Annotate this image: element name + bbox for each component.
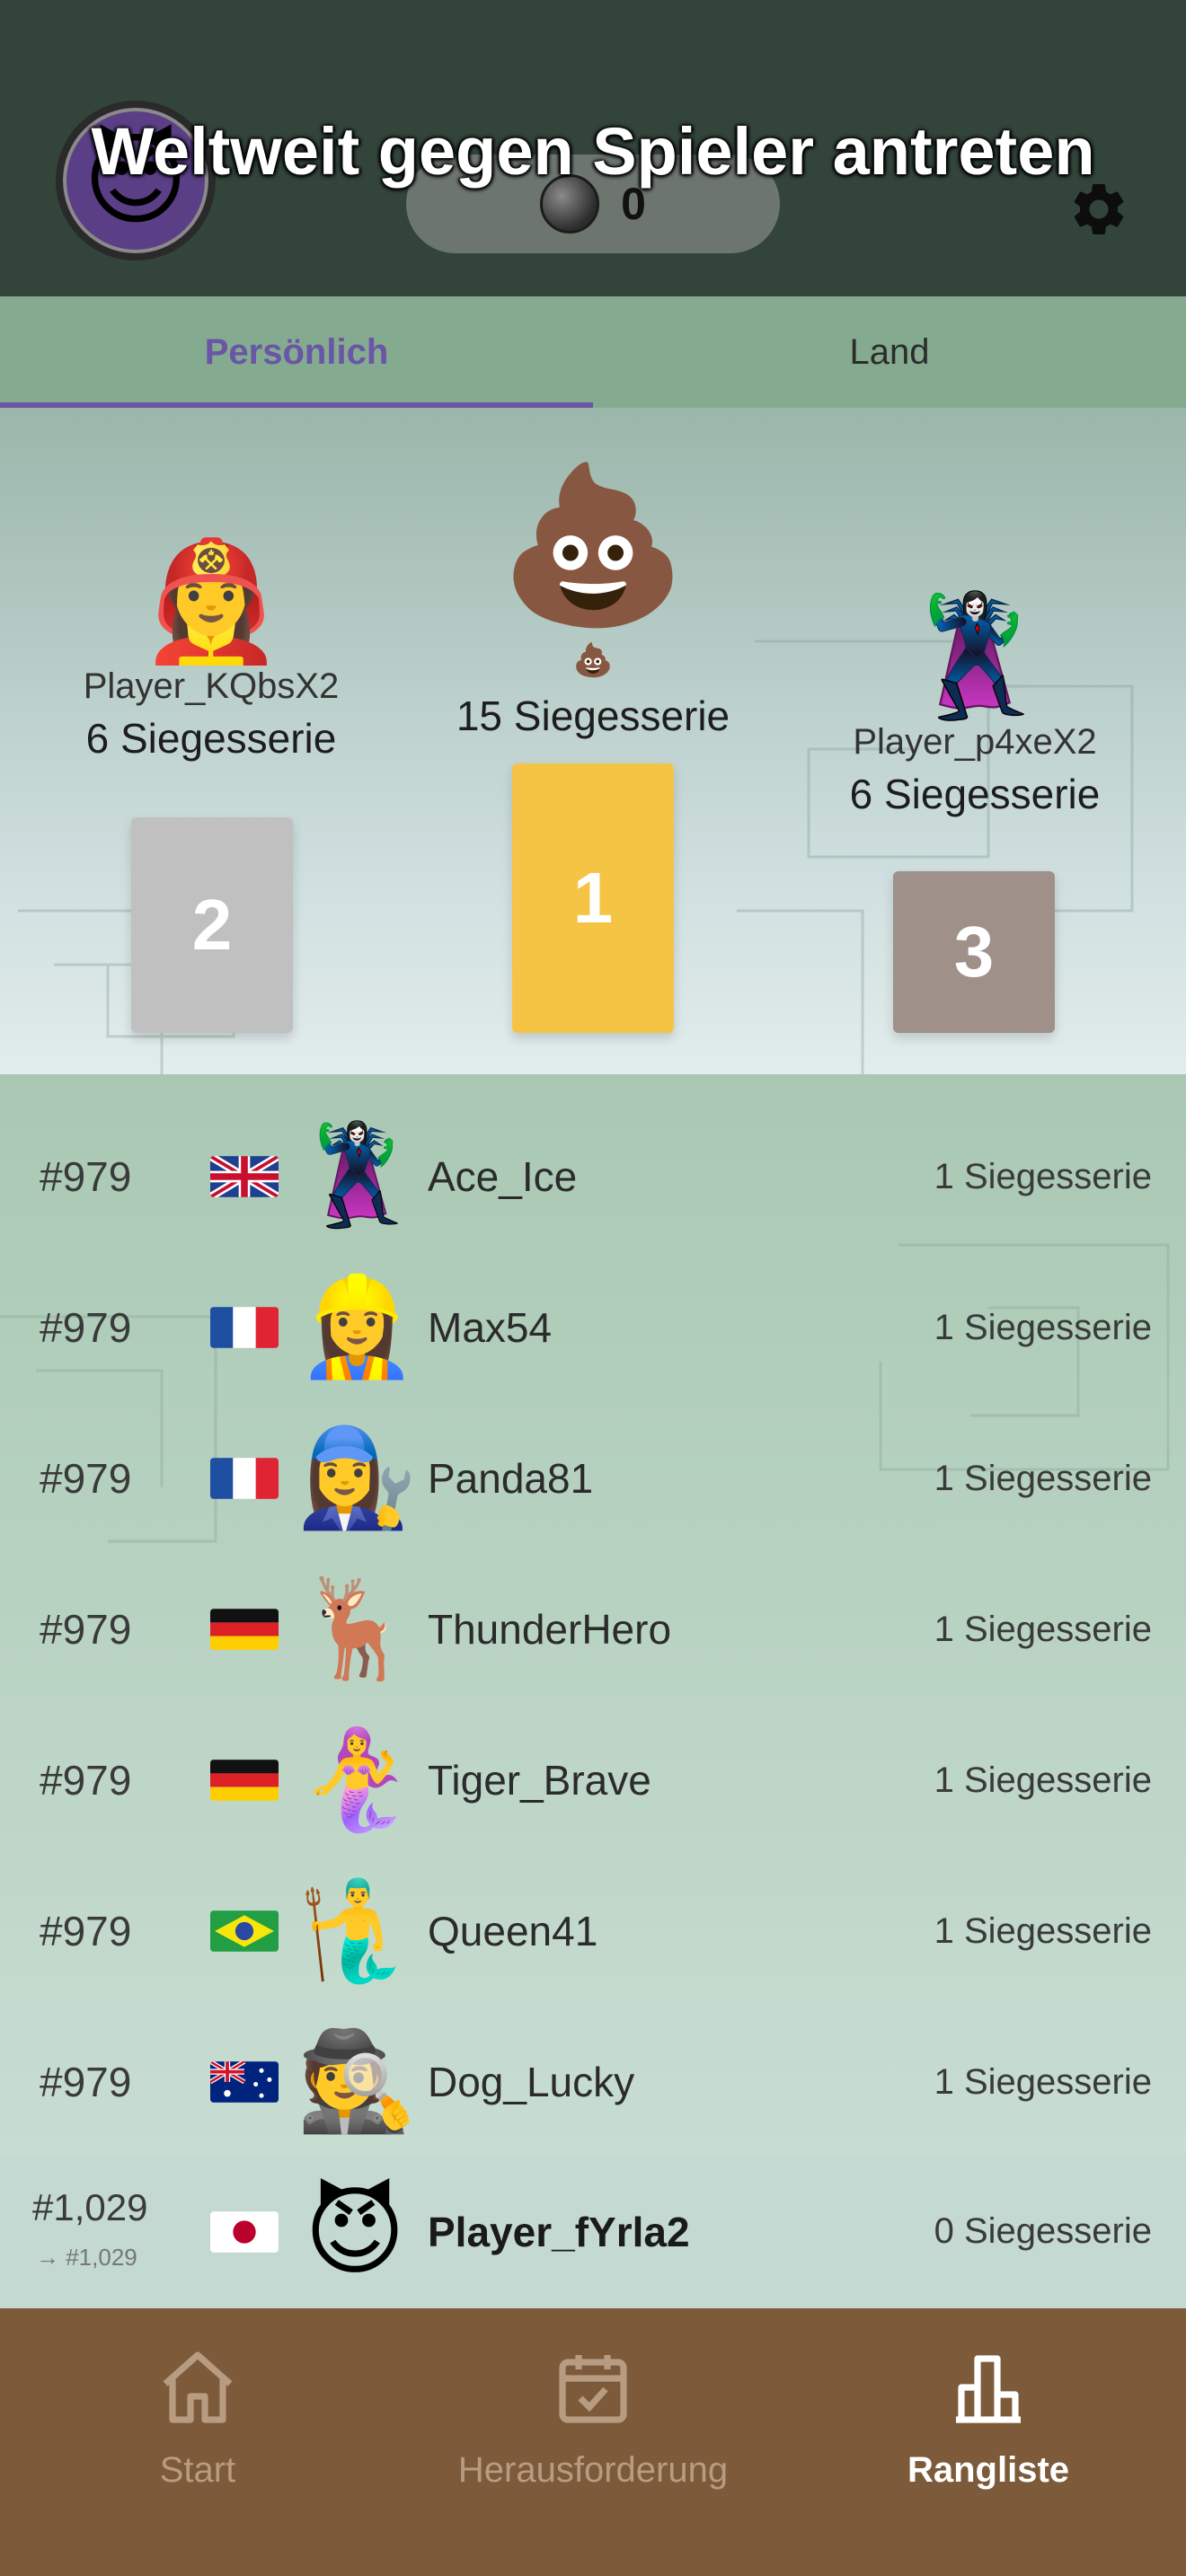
avatar: 🧜‍♂️ <box>296 1875 418 1987</box>
player-name: Tiger_Brave <box>428 1757 651 1804</box>
flag-gb-icon <box>210 1156 279 1197</box>
podium-first-badge: 💩 <box>572 642 614 679</box>
nav-start[interactable]: Start <box>0 2308 395 2576</box>
current-player-streak: 0 Siegesserie <box>934 2211 1152 2251</box>
podium-third-place: 3 <box>953 912 995 992</box>
list-item[interactable]: #979 🦌 ThunderHero 1 Siegesserie <box>0 1554 1186 1705</box>
leaderboard-list[interactable]: #979 🦹‍♀️ Ace_Ice 1 Siegesserie #979 👷‍♀… <box>0 1074 1186 2156</box>
flag-fr-icon <box>210 1458 279 1499</box>
player-name: Ace_Ice <box>428 1153 578 1200</box>
rank: #979 <box>40 1606 132 1653</box>
podium-third-name: Player_p4xeX2 <box>853 722 1097 762</box>
flag-br-icon <box>210 1910 279 1952</box>
avatar: 👷‍♀️ <box>296 1271 418 1383</box>
player-name: Max54 <box>428 1304 553 1351</box>
podium-second-place: 2 <box>191 885 233 965</box>
home-icon <box>163 2351 233 2423</box>
flag-de-icon <box>210 1609 279 1650</box>
current-player-rank: #1,029 <box>32 2186 148 2228</box>
podium: 👩‍🚒 Player_KQbsX2 6 Siegesserie 2 💩 💩 15… <box>0 408 1186 1074</box>
rank: #979 <box>40 2059 132 2105</box>
podium-first-block: 1 <box>512 763 674 1033</box>
page-title: Weltweit gegen Spieler antreten <box>91 114 1095 189</box>
podium-third-avatar: 🦹‍♀️ <box>902 588 1048 725</box>
win-streak: 1 Siegesserie <box>934 1458 1152 1498</box>
avatar: 🕵️ <box>296 2025 418 2138</box>
current-player-rank-change: → #1,029 <box>36 2244 137 2271</box>
podium-first[interactable]: 💩 💩 15 Siegesserie <box>418 469 768 740</box>
flag-de-icon <box>210 1760 279 1801</box>
bottom-navigation: Start Herausforderung Rangliste <box>0 2308 1186 2576</box>
gear-icon[interactable] <box>1067 178 1130 241</box>
avatar: 👩‍🔧 <box>296 1422 418 1534</box>
nav-start-label: Start <box>159 2450 236 2490</box>
podium-first-place: 1 <box>572 858 614 938</box>
podium-second-name: Player_KQbsX2 <box>83 666 340 706</box>
current-player-row[interactable]: #1,029 → #1,029 😈 Player_fYrla2 0 Sieges… <box>0 2156 1186 2308</box>
calendar-check-icon <box>559 2355 627 2423</box>
list-item[interactable]: #979 👷‍♀️ Max54 1 Siegesserie <box>0 1252 1186 1403</box>
nav-challenge-label: Herausforderung <box>457 2450 729 2490</box>
win-streak: 1 Siegesserie <box>934 1609 1152 1649</box>
podium-first-streak: 15 Siegesserie <box>456 693 730 739</box>
rank: #979 <box>40 1455 132 1502</box>
flag-au-icon <box>210 2061 279 2103</box>
flag-fr-icon <box>210 1307 279 1348</box>
current-player-avatar: 😈 <box>304 2176 406 2289</box>
tab-country[interactable]: Land <box>593 296 1186 408</box>
avatar: 🧜‍♀️ <box>296 1724 418 1836</box>
player-name: ThunderHero <box>428 1606 672 1653</box>
tab-bar: Persönlich Land <box>0 296 1186 408</box>
current-player-name: Player_fYrla2 <box>428 2209 690 2255</box>
nav-leaderboard[interactable]: Rangliste <box>791 2308 1186 2576</box>
rank: #979 <box>40 1304 132 1351</box>
avatar: 🦌 <box>296 1573 418 1685</box>
list-item[interactable]: #979 🕵️ Dog_Lucky 1 Siegesserie <box>0 2007 1186 2156</box>
rank: #979 <box>40 1908 132 1954</box>
podium-second[interactable]: 👩‍🚒 Player_KQbsX2 6 Siegesserie <box>36 543 386 763</box>
nav-challenge[interactable]: Herausforderung <box>395 2308 791 2576</box>
win-streak: 1 Siegesserie <box>934 2061 1152 2102</box>
avatar: 🦹‍♀️ <box>296 1120 418 1232</box>
win-streak: 1 Siegesserie <box>934 1156 1152 1196</box>
header: 😈 0 Weltweit gegen Spieler antreten <box>0 0 1186 296</box>
list-item[interactable]: #979 🧜‍♀️ Tiger_Brave 1 Siegesserie <box>0 1705 1186 1856</box>
rank: #979 <box>40 1757 132 1804</box>
player-name: Queen41 <box>428 1908 598 1954</box>
list-item[interactable]: #979 🦹‍♀️ Ace_Ice 1 Siegesserie <box>0 1101 1186 1252</box>
bar-chart-icon <box>956 2355 1021 2423</box>
win-streak: 1 Siegesserie <box>934 1760 1152 1800</box>
nav-leaderboard-label: Rangliste <box>907 2450 1070 2490</box>
win-streak: 1 Siegesserie <box>934 1307 1152 1347</box>
app-root: 😈 0 Weltweit gegen Spieler antreten Pers… <box>0 0 1186 2576</box>
podium-third-streak: 6 Siegesserie <box>849 771 1101 817</box>
podium-third-block: 3 <box>893 871 1055 1033</box>
rank: #979 <box>40 1153 132 1200</box>
list-item[interactable]: #979 👩‍🔧 Panda81 1 Siegesserie <box>0 1403 1186 1554</box>
podium-second-streak: 6 Siegesserie <box>85 715 337 762</box>
list-item[interactable]: #979 🧜‍♂️ Queen41 1 Siegesserie <box>0 1856 1186 2007</box>
win-streak: 1 Siegesserie <box>934 1910 1152 1951</box>
podium-second-block: 2 <box>131 817 293 1033</box>
player-name: Dog_Lucky <box>428 2059 635 2105</box>
flag-jp-icon <box>210 2211 279 2253</box>
podium-third[interactable]: 🦹‍♀️ Player_p4xeX2 6 Siegesserie <box>800 598 1150 818</box>
podium-second-avatar: 👩‍🚒 <box>138 533 284 669</box>
player-name: Panda81 <box>428 1455 594 1502</box>
tab-personal[interactable]: Persönlich <box>0 296 593 408</box>
podium-first-avatar: 💩 <box>498 456 688 634</box>
